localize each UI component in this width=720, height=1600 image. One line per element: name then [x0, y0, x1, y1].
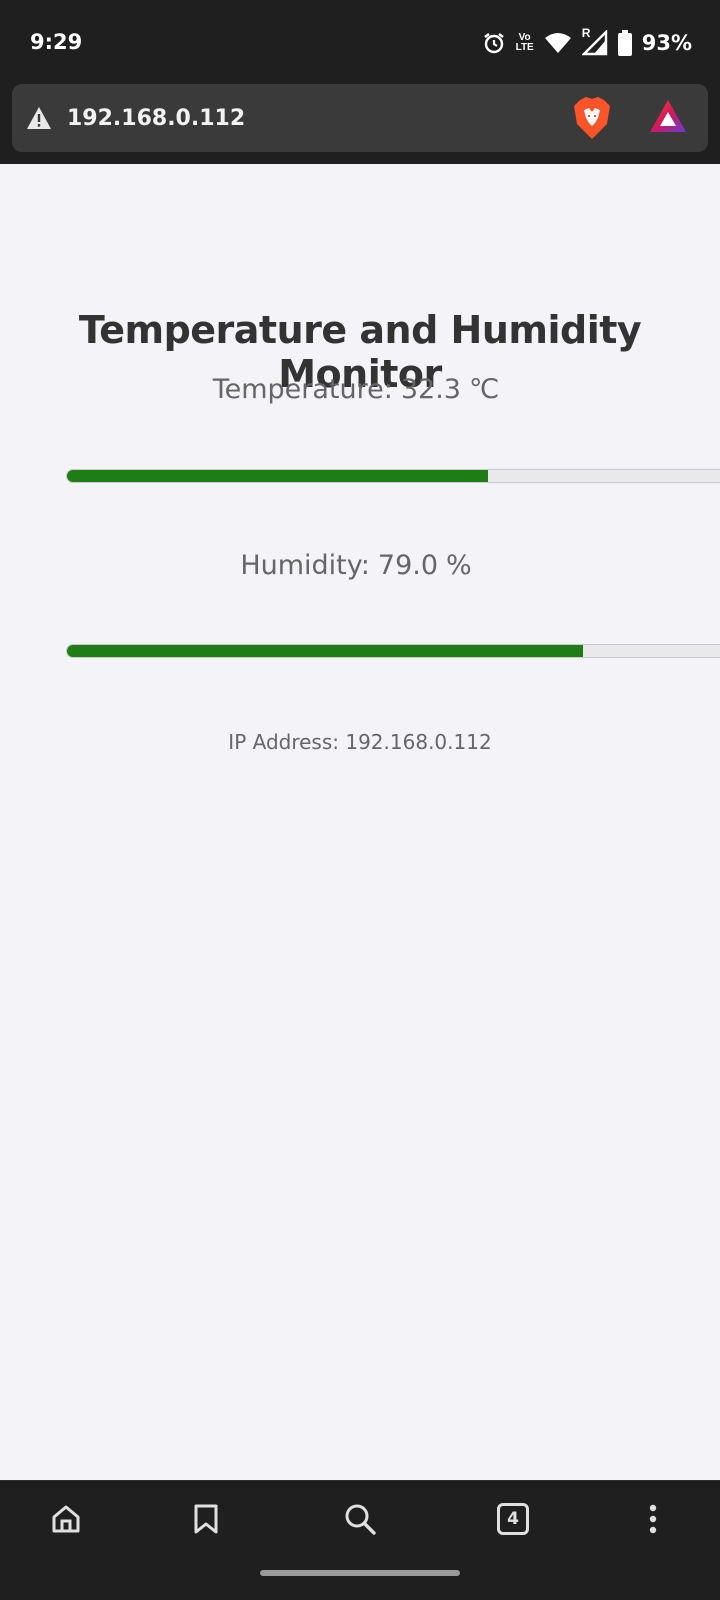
humidity-reading: Humidity: 79.0% [0, 550, 720, 581]
status-icons: Vo LTE R 93% [482, 26, 692, 58]
search-icon [345, 1504, 376, 1535]
signal-icon: R [581, 26, 608, 56]
menu-button[interactable] [633, 1499, 673, 1539]
temperature-progress-bar [66, 469, 720, 483]
address-bar[interactable]: 192.168.0.112 [12, 84, 708, 152]
brave-shields-icon[interactable] [572, 96, 612, 140]
volte-icon: Vo LTE [516, 33, 534, 53]
battery-percentage: 93% [641, 31, 692, 55]
alarm-icon [483, 33, 504, 54]
wifi-icon [544, 33, 571, 53]
humidity-label: Humidity: [240, 550, 370, 581]
page-content: Temperature and Humidity Monitor Tempera… [0, 164, 720, 1480]
search-button[interactable] [340, 1499, 380, 1539]
volte-bottom: LTE [515, 42, 534, 53]
bookmark-icon [194, 1504, 218, 1534]
url-text[interactable]: 192.168.0.112 [67, 106, 245, 131]
browser-toolbar: 192.168.0.112 [0, 80, 720, 164]
navigation-gesture-area [0, 1556, 720, 1600]
status-bar: 9:29 Vo LTE R 93% [0, 0, 720, 80]
gesture-handle[interactable] [260, 1570, 460, 1576]
temperature-unit: ℃ [468, 374, 500, 405]
status-time: 9:29 [30, 30, 83, 54]
temperature-progress-fill [67, 470, 489, 482]
humidity-value: 79.0 [377, 550, 439, 581]
bottom-toolbar: 4 [0, 1480, 720, 1556]
ip-address-text: IP Address: 192.168.0.112 [228, 730, 492, 754]
humidity-unit: % [446, 550, 472, 581]
battery-icon [617, 30, 632, 56]
brave-rewards-icon[interactable] [648, 98, 688, 136]
home-icon [52, 1505, 80, 1533]
temperature-reading: Temperature: 32.3 ℃ [0, 374, 720, 405]
bookmark-button[interactable] [186, 1499, 226, 1539]
tabs-button[interactable]: 4 [493, 1499, 533, 1539]
temperature-label: Temperature: [212, 374, 393, 405]
home-button[interactable] [46, 1499, 86, 1539]
temperature-value: 32.3 [400, 374, 461, 405]
warning-icon[interactable] [26, 106, 52, 130]
more-icon [649, 1504, 657, 1534]
humidity-progress-fill [67, 645, 583, 657]
tabs-icon: 4 [497, 1503, 529, 1535]
humidity-progress-bar [66, 644, 720, 658]
